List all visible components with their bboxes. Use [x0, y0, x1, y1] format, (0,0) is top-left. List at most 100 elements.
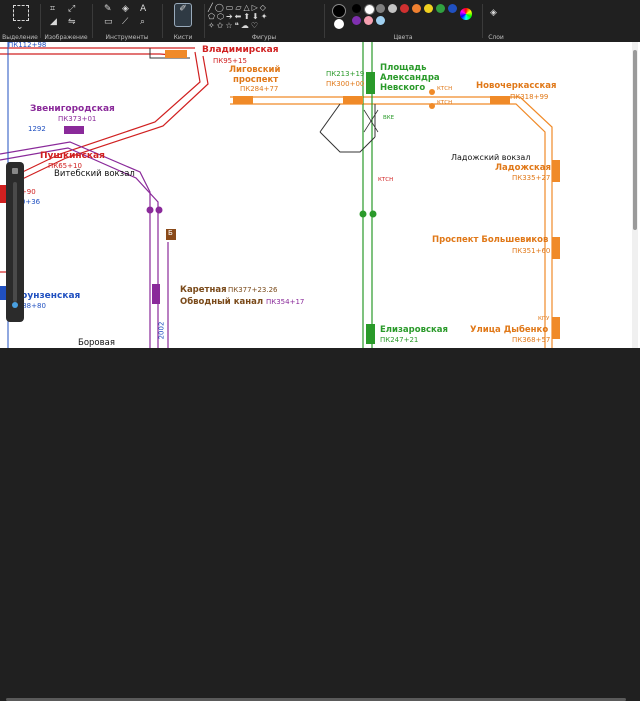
edit-colors-icon[interactable]	[460, 8, 472, 20]
rotate-icon[interactable]: ◢	[50, 17, 57, 27]
shapes-group[interactable]: ╱◯▭▱△▷◇ ⬠⬡➔⬅⬆⬇✦ ✧✩☆❝☁♡ Фигуры	[206, 0, 322, 42]
palette-swatch[interactable]	[376, 16, 385, 25]
station-block-ligovsky	[233, 96, 253, 104]
station-block-novocherkasskaya	[490, 96, 510, 104]
palette-swatch[interactable]	[424, 4, 433, 13]
pk-obvodny: ПК354+17	[266, 298, 305, 306]
primary-color[interactable]	[332, 4, 346, 18]
crop-icon[interactable]: ⌗	[50, 4, 55, 14]
brushes-group[interactable]: ✐ Кисти	[164, 0, 202, 42]
label-dybenko: Улица Дыбенко	[470, 325, 549, 335]
strip-slider[interactable]	[13, 182, 17, 302]
ktch-label-2: КТСН	[437, 100, 453, 106]
label-2002: 2002	[157, 321, 166, 340]
pk-elizarovskaya: ПК247+21	[380, 336, 419, 344]
fill-icon[interactable]: ◈	[122, 4, 129, 14]
image-group[interactable]: ⌗ ⤢ ◢ ⇋ Изображение	[42, 0, 90, 42]
palette-swatch[interactable]	[388, 4, 397, 13]
orange-line-tracks	[230, 96, 553, 348]
label-ladozhsky-vokzal: Ладожский вокзал	[451, 153, 531, 162]
palette-swatch[interactable]	[436, 4, 445, 13]
pk-bolshevikov: ПК351+60	[512, 247, 551, 255]
palette-swatch[interactable]	[412, 4, 421, 13]
resize-icon[interactable]: ⤢	[68, 4, 75, 14]
pk-ladozhskaya: ПК335+27	[512, 174, 551, 182]
vertical-scrollbar[interactable]	[632, 42, 638, 348]
text-icon[interactable]: A	[140, 4, 146, 14]
pk-vladimirskaya: ПК95+15	[213, 57, 247, 65]
station-block-pl-nevskogo-green	[366, 72, 375, 94]
pk-dybenko: ПК368+57	[512, 336, 551, 344]
palette-swatch[interactable]	[364, 16, 373, 25]
palette-swatch[interactable]	[364, 4, 375, 15]
strip-handle-icon[interactable]	[12, 168, 18, 174]
tools-group-label: Инструменты	[105, 34, 149, 41]
layers-group[interactable]: ◈ Слои	[484, 0, 508, 42]
label-1292: 1292	[28, 125, 46, 133]
label-pl-nevskogo-2: Александра	[380, 73, 440, 83]
floating-tool-strip[interactable]	[6, 162, 24, 322]
label-elizarovskaya: Елизаровская	[380, 325, 448, 335]
station-block-vladimirskaya	[165, 50, 187, 58]
layers-icon[interactable]: ◈	[490, 8, 497, 18]
station-block-bolshevikov	[552, 237, 560, 259]
label-novocherkasskaya: Новочеркасская	[476, 81, 557, 91]
pk-zvenigorodskaya: ПК373+01	[58, 115, 97, 123]
label-pushkinskaya: Пушкинская	[40, 151, 105, 161]
label-zvenigorodskaya: Звенигородская	[30, 104, 115, 114]
kpu-label: КПУ	[538, 316, 550, 322]
label-bolshevikov: Проспект Большевиков	[432, 235, 549, 245]
label-pl-nevskogo-1: Площадь	[380, 63, 427, 73]
color-picker-icon[interactable]: ⟋	[122, 17, 128, 27]
layers-group-label: Слои	[488, 34, 504, 41]
eraser-icon[interactable]: ▭	[104, 17, 113, 27]
label-ligovsky-2: проспект	[233, 75, 279, 85]
palette-swatch[interactable]	[376, 4, 385, 13]
tools-group[interactable]: ✎ ◈ A ▭ ⟋ ⌕ Инструменты	[94, 0, 160, 42]
label-borovaya: Боровая	[78, 338, 115, 348]
chevron-down-icon[interactable]: ⌄	[16, 22, 24, 32]
vertical-scrollbar-thumb[interactable]	[633, 50, 637, 230]
colors-group[interactable]: Цвета	[326, 0, 480, 42]
station-block-pl-nevskogo	[343, 96, 363, 104]
brush-icon[interactable]: ✐	[174, 3, 192, 27]
pk-pl-nevskogo-2: ПК300+00	[326, 80, 365, 88]
station-block-elizarovskaya	[366, 324, 375, 344]
secondary-color[interactable]	[334, 19, 344, 29]
brushes-group-label: Кисти	[173, 34, 193, 41]
shapes-group-label: Фигуры	[251, 34, 277, 41]
selection-group-label: Выделение	[2, 34, 38, 41]
label-obvodny: Обводный канал	[180, 297, 264, 307]
label-vladimirskaya: Владимирская	[202, 45, 279, 55]
image-group-label: Изображение	[44, 34, 88, 41]
label-vitebsky: Витебский вокзал	[54, 169, 135, 179]
label-ligovsky-1: Лиговский	[229, 65, 281, 75]
status-bar	[0, 348, 640, 701]
palette-swatch[interactable]	[448, 4, 457, 13]
ktch-label-1: КТСН	[437, 86, 453, 92]
pk-pl-nevskogo-1: ПК213+19	[326, 70, 365, 78]
canvas[interactable]: ПК112+98 Владимирская ПК95+15 Лиговский …	[0, 42, 640, 348]
station-block-ladozhskaya	[552, 160, 560, 182]
palette-swatch[interactable]	[352, 16, 361, 25]
pk-novocherkasskaya: ПК318+99	[510, 93, 549, 101]
label-pl-nevskogo-3: Невского	[380, 83, 426, 93]
selection-group[interactable]: ⌄ Выделение	[0, 0, 40, 42]
pencil-icon[interactable]: ✎	[104, 4, 112, 14]
colors-group-label: Цвета	[393, 34, 413, 41]
label-b: Б	[168, 229, 173, 237]
label-karetnaya: Каретная	[180, 285, 227, 295]
shapes-gallery[interactable]: ╱◯▭▱△▷◇ ⬠⬡➔⬅⬆⬇✦ ✧✩☆❝☁♡	[208, 3, 308, 30]
ktch-label-3: КТСН	[378, 177, 394, 183]
select-rect-icon[interactable]	[13, 5, 29, 21]
ribbon-toolbar: ⌄ Выделение ⌗ ⤢ ◢ ⇋ Изображение ✎ ◈ A ▭ …	[0, 0, 640, 43]
strip-slider-thumb[interactable]	[12, 302, 18, 308]
palette-swatch[interactable]	[400, 4, 409, 13]
station-block-zvenigorodskaya	[64, 126, 84, 134]
pk-ligovsky: ПК284+77	[240, 85, 279, 93]
palette-swatch[interactable]	[352, 4, 361, 13]
label-ladozhskaya: Ладожская	[495, 163, 551, 173]
station-block-obvodny	[152, 284, 160, 304]
flip-icon[interactable]: ⇋	[68, 17, 76, 27]
magnifier-icon[interactable]: ⌕	[140, 17, 145, 27]
